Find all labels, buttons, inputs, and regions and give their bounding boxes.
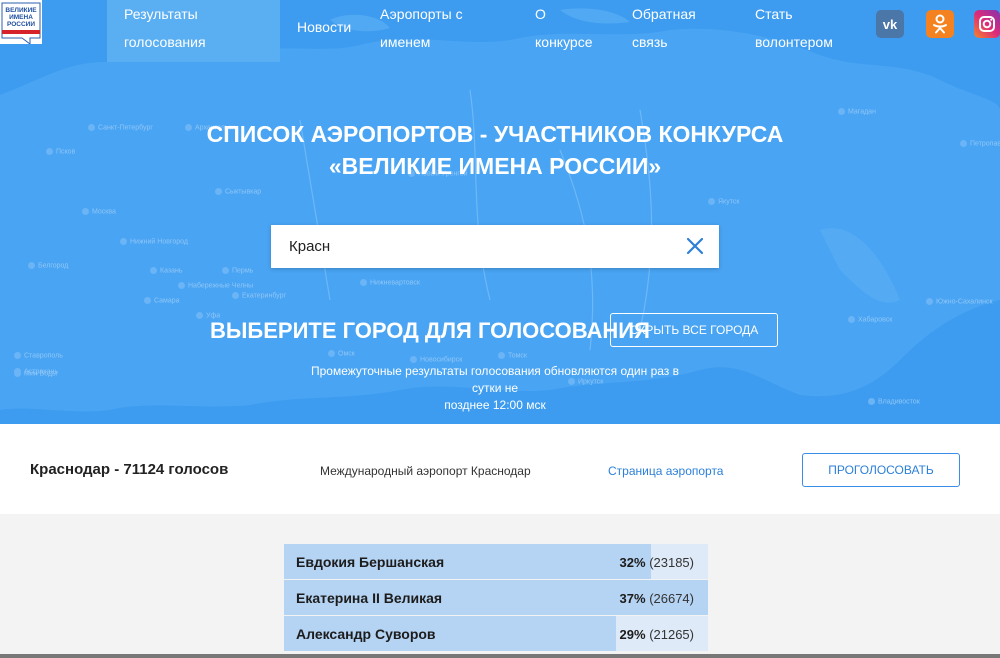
city-vote-total: Краснодар - 71124 голосов — [30, 461, 229, 478]
map-city-label: Белгород — [28, 262, 68, 269]
vote-button[interactable]: Проголосовать — [802, 453, 960, 487]
map-city-label: Владивосток — [868, 398, 920, 405]
airport-name: Международный аэропорт Краснодар — [320, 464, 531, 478]
odnoklassniki-glyph — [933, 14, 947, 34]
nav-label-line-2: связь — [632, 34, 668, 50]
nav-airports-with-name[interactable]: Аэропорты с именем — [380, 0, 463, 62]
airport-result-row: Краснодар - 71124 голосов Международный … — [0, 424, 1000, 514]
candidate-name: Екатерина II Великая — [296, 590, 443, 606]
airport-page-link[interactable]: Страница аэропорта — [608, 464, 723, 478]
map-city-label: Сыктывкар — [215, 188, 261, 195]
nav-label-line-2: именем — [380, 34, 431, 50]
candidate-votes: (23185) — [649, 555, 694, 570]
map-city-label: Псков — [46, 148, 75, 155]
nav-label-line-2: конкурсе — [535, 34, 593, 50]
logo-text-line-2: ИМЕНА — [9, 14, 33, 21]
candidate-percent: 37% — [619, 591, 646, 606]
nav-about-contest[interactable]: О конкурсе — [535, 0, 593, 62]
candidate-percent: 32% — [619, 555, 646, 570]
clear-search-icon[interactable] — [685, 236, 705, 256]
candidate-name: Евдокия Бершанская — [296, 554, 445, 570]
instagram-icon[interactable] — [974, 10, 1000, 38]
map-city-label: Омск — [328, 350, 355, 357]
candidate-row[interactable]: Евдокия Бершанская 32% (23185) — [284, 544, 708, 579]
candidate-stats: 32% (23185) — [620, 555, 694, 570]
window-bottom-edge — [0, 654, 1000, 658]
map-city-label: Самара — [144, 297, 180, 304]
nav-label-line-1: Результаты — [124, 6, 198, 22]
city-search-input[interactable] — [271, 225, 689, 268]
vk-glyph: vk — [882, 16, 898, 32]
candidate-percent: 29% — [619, 627, 646, 642]
hero-section: Санкт-Петербург Архангельск Псков Москва Сык… — [0, 0, 1000, 424]
hide-all-cities-button[interactable]: Скрыть все города — [610, 313, 778, 347]
page-title: Список аэропортов - участников конкурса … — [150, 118, 840, 182]
candidate-votes: (26674) — [649, 591, 694, 606]
map-city-label: Нижневартовск — [360, 279, 420, 286]
candidate-stats: 37% (26674) — [620, 591, 694, 606]
candidate-votes: (21265) — [649, 627, 694, 642]
map-city-label: Петропавловск — [960, 140, 1000, 147]
choose-city-heading: Выберите город для голосования — [210, 318, 650, 343]
map-city-label: Томск — [498, 352, 527, 359]
logo-text-line-1: ВЕЛИКИЕ — [5, 7, 37, 14]
site-logo[interactable]: ВЕЛИКИЕ ИМЕНА РОССИИ — [0, 0, 42, 44]
map-city-label: Екатеринбург — [232, 292, 286, 299]
page-title-line-1: Список аэропортов - участников конкурса — [206, 121, 784, 147]
russia-map — [0, 8, 1000, 412]
nav-label-line-1: Новости — [297, 19, 352, 35]
instagram-glyph — [979, 16, 995, 32]
note-line-1: Промежуточные результаты голосования обн… — [310, 364, 680, 395]
candidate-list: Евдокия Бершанская 32% (23185) Екатерина… — [284, 544, 708, 652]
city-search — [271, 225, 719, 268]
map-city-label: Казань — [150, 267, 183, 274]
map-city-label: Москва — [82, 208, 116, 215]
note-line-2: позднее 12:00 мск — [444, 398, 546, 412]
map-city-label: Мин Воды — [14, 370, 57, 377]
candidate-stats: 29% (21265) — [620, 627, 694, 642]
map-city-label: Нижний Новгород — [120, 238, 188, 245]
logo-text-line-3: РОССИИ — [7, 21, 35, 28]
nav-label-line-2: голосования — [124, 34, 206, 50]
candidate-row[interactable]: Екатерина II Великая 37% (26674) — [284, 580, 708, 615]
page-title-line-2: «Великие имена России» — [328, 153, 662, 179]
map-city-label: Пермь — [222, 267, 253, 274]
map-city-label: Набережные Челны — [178, 282, 253, 289]
nav-label-line-1: Стать — [755, 6, 793, 22]
nav-become-volunteer[interactable]: Стать волонтером — [755, 0, 833, 62]
nav-label-line-1: Аэропорты с — [380, 6, 463, 22]
map-city-label: Хабаровск — [848, 316, 892, 323]
odnoklassniki-icon[interactable] — [926, 10, 954, 38]
map-city-label: Санкт-Петербург — [88, 124, 153, 131]
candidate-name: Александр Суворов — [296, 626, 436, 642]
nav-news[interactable]: Новости — [297, 13, 351, 75]
vk-icon[interactable]: vk — [876, 10, 904, 38]
nav-voting-results[interactable]: Результаты голосования — [107, 0, 280, 62]
nav-label-line-2: волонтером — [755, 34, 833, 50]
map-city-label: Магадан — [838, 108, 876, 115]
results-update-note: Промежуточные результаты голосования обн… — [296, 363, 694, 414]
map-city-label: Якутск — [708, 198, 739, 205]
nav-label-line-1: Обратная — [632, 6, 696, 22]
nav-label-line-1: О — [535, 6, 546, 22]
candidate-row[interactable]: Александр Суворов 29% (21265) — [284, 616, 708, 651]
map-city-label: Ставрополь — [14, 352, 63, 359]
candidates-section: Евдокия Бершанская 32% (23185) Екатерина… — [0, 514, 1000, 658]
nav-feedback[interactable]: Обратная связь — [632, 0, 696, 62]
map-city-label: Южно-Сахалинск — [926, 298, 993, 305]
